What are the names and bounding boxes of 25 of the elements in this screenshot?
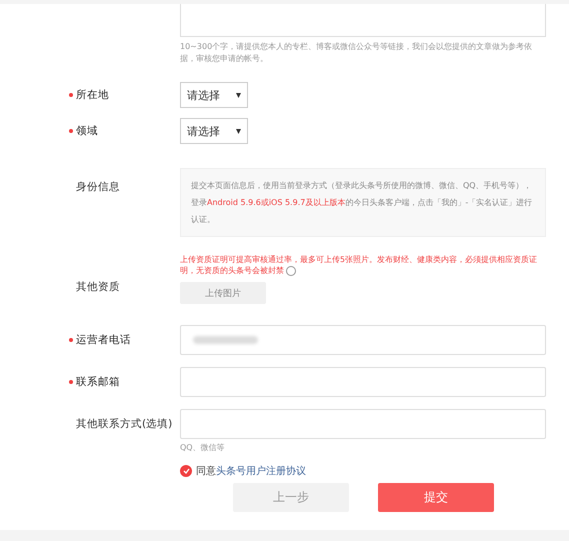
field-label: 运营者电话 [76, 333, 131, 347]
hint-text: 10~300个字，请提供您本人的专栏、博客或微信公众号等链接，我们会以您提供的文章做为参考依据，审核您申请的帐号。 [180, 41, 534, 65]
field-label: 领域 [76, 124, 98, 138]
submit-button[interactable]: 提交 [378, 483, 494, 512]
agreement-link[interactable]: 头条号用户注册协议 [216, 466, 306, 477]
upload-button[interactable]: 上传图片 [180, 282, 266, 304]
help-icon[interactable] [286, 266, 296, 276]
field-label: 其他资质 [76, 280, 120, 294]
checkbox[interactable] [180, 465, 192, 477]
input-field[interactable] [180, 367, 546, 397]
hint-text: QQ、微信等 [180, 442, 226, 454]
select-field[interactable]: 请选择 [180, 118, 248, 144]
caret-icon [236, 92, 241, 98]
input-field[interactable] [180, 325, 546, 355]
caret-icon [236, 128, 241, 134]
field-label: 身份信息 [76, 180, 120, 194]
select-field[interactable]: 请选择 [180, 82, 248, 108]
input-field[interactable] [180, 409, 546, 439]
info-text: 提交本页面信息后，使用当前登录方式（登录此头条号所使用的微博、微信、QQ、手机号等），登录Android 5.9.6或iOS 5.9.7及以上版本的今日头条客户端，点击「我的」-「实名认证」进行认证。 [180, 168, 546, 236]
field-label: 联系邮箱 [76, 375, 120, 389]
text-area[interactable] [180, 4, 546, 37]
field-label: 其他联系方式(选填) [76, 417, 172, 431]
field-label: 所在地 [76, 88, 109, 102]
agreement-text: 同意头条号用户注册协议 [196, 464, 306, 478]
check-icon [182, 468, 190, 474]
